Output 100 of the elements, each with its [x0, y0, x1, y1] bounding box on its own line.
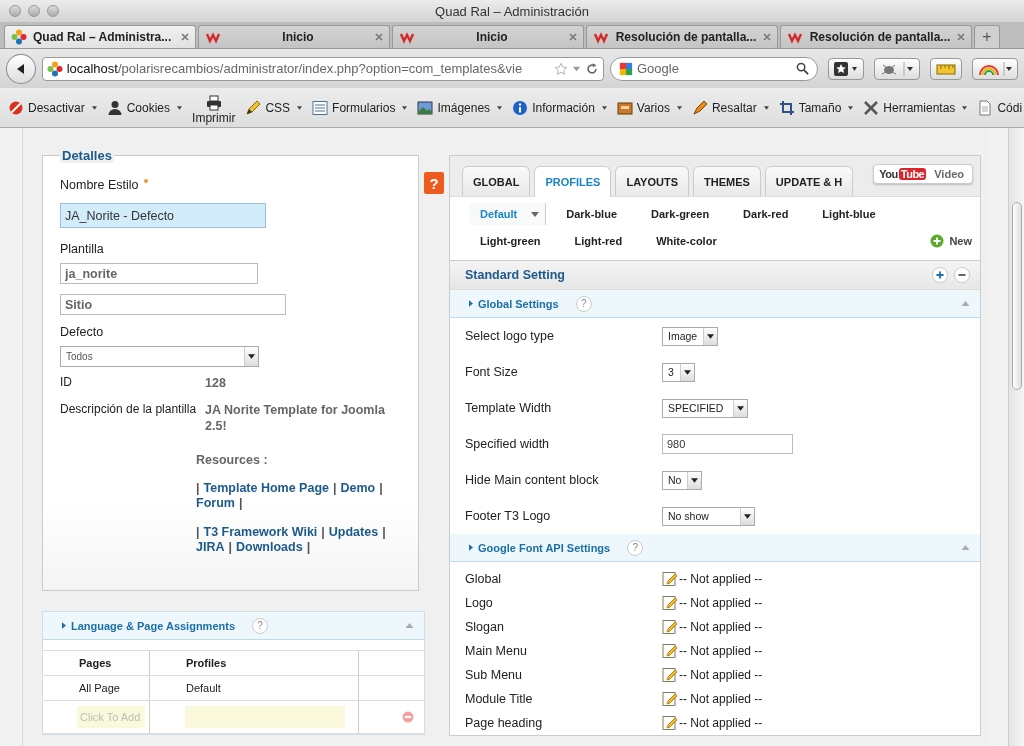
profile-item[interactable]: Dark-red	[743, 203, 789, 225]
window-close-button[interactable]	[9, 5, 21, 17]
collapse-all-icon[interactable]	[954, 267, 970, 283]
close-icon[interactable]	[181, 33, 189, 41]
edit-icon[interactable]	[662, 715, 678, 731]
search-icon[interactable]	[796, 62, 809, 75]
resource-link[interactable]: Template Home Page	[203, 481, 329, 496]
section-header[interactable]: Google Font API Settings ?	[450, 534, 980, 562]
client-field[interactable]: Sitio	[60, 294, 286, 315]
collapse-arrow-icon[interactable]	[405, 623, 414, 628]
toolbar-menu[interactable]: Tamaño	[778, 99, 854, 116]
help-button[interactable]: ?	[627, 539, 644, 556]
bookmark-star-button[interactable]	[828, 57, 864, 80]
resource-link[interactable]: JIRA	[196, 540, 225, 555]
toolbar-menu[interactable]: Desactivar	[8, 99, 97, 116]
close-icon[interactable]	[957, 33, 965, 41]
video-button[interactable]: You Tube Video	[873, 164, 973, 184]
browser-tab[interactable]: Resolución de pantalla...	[780, 25, 972, 48]
setting-label: Footer T3 Logo	[465, 509, 552, 523]
new-button[interactable]: New	[930, 234, 972, 248]
toolbar-menu[interactable]: Información	[512, 99, 607, 116]
profile-item[interactable]: Dark-blue	[566, 203, 618, 225]
edit-icon[interactable]	[662, 619, 678, 635]
resource-link[interactable]: Forum	[196, 496, 235, 511]
edit-icon[interactable]	[662, 595, 678, 611]
window-zoom-button[interactable]	[47, 5, 59, 17]
new-tab-button[interactable]: +	[974, 25, 1000, 48]
help-button[interactable]: ?	[252, 617, 269, 634]
tab[interactable]: PROFILES	[534, 166, 612, 197]
profile-item[interactable]: Dark-green	[651, 203, 710, 225]
setting-select[interactable]: Image	[662, 326, 719, 346]
browser-tab[interactable]: Inicio	[198, 25, 390, 48]
tab[interactable]: THEMES	[693, 166, 761, 196]
resource-link[interactable]: T3 Framework Wiki	[203, 525, 318, 540]
setting-field[interactable]: 980	[662, 434, 793, 454]
section-header[interactable]: Global Settings ?	[450, 290, 980, 318]
help-button[interactable]: ?	[575, 295, 592, 312]
resource-link[interactable]: Updates	[328, 525, 379, 540]
toolbar-menu[interactable]: Cookies	[106, 99, 183, 116]
dropdown-arrow-icon[interactable]	[572, 64, 581, 73]
browser-tab[interactable]: Inicio	[392, 25, 584, 48]
marker-icon	[691, 99, 708, 116]
template-field[interactable]: ja_norite	[60, 263, 258, 284]
remove-icon[interactable]	[402, 711, 414, 723]
back-button[interactable]	[6, 53, 36, 84]
field-label: Descripción de la plantilla	[60, 402, 198, 418]
toolbar-menu[interactable]: Varios	[616, 99, 682, 116]
setting-select[interactable]: SPECIFIED	[662, 398, 748, 418]
video-logo: You Tube	[879, 168, 927, 180]
toolbar-menu[interactable]: Imágenes	[417, 99, 503, 116]
window-minimize-button[interactable]	[28, 5, 40, 17]
toolbar-menu[interactable]: CSS	[245, 99, 303, 116]
browser-tab[interactable]: Quad Ral – Administra...	[4, 25, 196, 48]
setting-select[interactable]: 3	[662, 362, 695, 382]
edit-icon[interactable]	[662, 643, 678, 659]
close-icon[interactable]	[375, 33, 383, 41]
collapse-arrow-icon[interactable]	[961, 301, 970, 306]
caret-icon	[497, 105, 503, 110]
toolbar-menu[interactable]: Herramientas	[863, 99, 968, 116]
collapse-arrow-icon[interactable]	[961, 545, 970, 550]
caret-icon[interactable]	[531, 211, 540, 217]
star-icon[interactable]	[554, 61, 568, 76]
toolbar-menu[interactable]: Resaltar	[691, 99, 769, 116]
tab[interactable]: LAYOUTS	[615, 166, 689, 196]
tab[interactable]: UPDATE & H	[764, 166, 854, 196]
bug-button[interactable]	[874, 57, 920, 80]
scrollbar[interactable]	[1008, 128, 1024, 746]
close-icon[interactable]	[763, 33, 771, 41]
toolbar-menu[interactable]: Formularios	[312, 99, 408, 116]
setting-label: Font Size	[465, 365, 519, 379]
toolbar-menu[interactable]: Códi	[977, 99, 1023, 116]
default-select[interactable]: Todos	[60, 346, 259, 367]
profile-item[interactable]: Default	[469, 203, 547, 225]
style-name-field[interactable]: JA_Norite - Defecto	[60, 203, 266, 228]
section-header[interactable]: Language & Page Assignments ?	[43, 612, 424, 640]
tab[interactable]: GLOBAL	[462, 166, 531, 196]
reload-icon[interactable]	[585, 61, 599, 76]
scrollbar-thumb[interactable]	[1012, 202, 1022, 390]
browser-tab[interactable]: Resolución de pantalla...	[586, 25, 778, 48]
search-field[interactable]: Google	[637, 61, 792, 76]
profile-input[interactable]	[185, 706, 345, 728]
ruler-button[interactable]	[930, 57, 962, 80]
resource-link[interactable]: Downloads	[236, 540, 303, 555]
edit-icon[interactable]	[662, 667, 678, 683]
setting-select[interactable]: No show	[662, 506, 755, 526]
setting-select[interactable]: No	[662, 470, 703, 490]
edit-icon[interactable]	[662, 571, 678, 587]
close-icon[interactable]	[569, 33, 577, 41]
profile-item[interactable]: Light-blue	[822, 203, 876, 225]
rainbow-button[interactable]	[972, 57, 1018, 80]
profile-item[interactable]: White-color	[656, 230, 717, 252]
search-bar[interactable]: Google	[610, 56, 818, 81]
page-input[interactable]: Click To Add	[77, 706, 145, 728]
expand-all-icon[interactable]	[932, 267, 948, 283]
toolbar-menu[interactable]: Imprimir	[192, 90, 236, 125]
address-field[interactable]: localhost/polarisrecambios/administrator/index.php?option=com_templates&vie	[41, 56, 604, 81]
profile-item[interactable]: Light-red	[574, 230, 623, 252]
edit-icon[interactable]	[662, 691, 678, 707]
profile-item[interactable]: Light-green	[480, 230, 541, 252]
resource-link[interactable]: Demo	[340, 481, 376, 496]
